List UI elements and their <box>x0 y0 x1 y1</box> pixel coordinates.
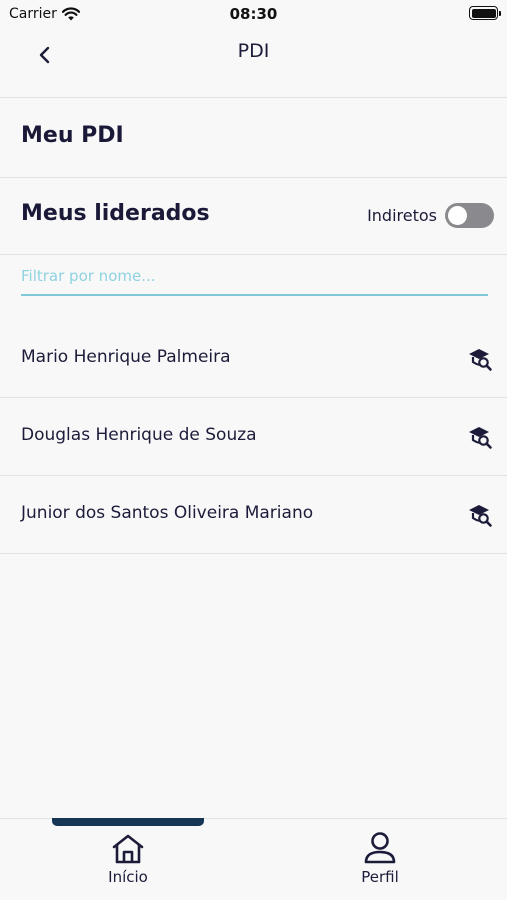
indiretos-label: Indiretos <box>367 206 437 225</box>
toggle-knob <box>448 206 467 225</box>
graduation-search-icon[interactable] <box>467 346 493 372</box>
graduation-search-icon[interactable] <box>467 502 493 528</box>
list-item[interactable]: Douglas Henrique de Souza <box>0 398 507 476</box>
meu-pdi-section[interactable]: Meu PDI <box>0 99 507 178</box>
indiretos-toggle[interactable] <box>445 203 494 228</box>
graduation-search-icon[interactable] <box>467 424 493 450</box>
active-tab-indicator <box>52 818 204 826</box>
person-name: Mario Henrique Palmeira <box>21 347 231 367</box>
home-icon <box>112 834 144 864</box>
tab-bar: Início Perfil <box>0 818 507 900</box>
liderados-header: Meus liderados Indiretos <box>0 178 507 255</box>
user-icon <box>364 832 396 864</box>
person-name: Junior dos Santos Oliveira Mariano <box>21 503 314 523</box>
tab-inicio[interactable]: Início <box>58 833 198 886</box>
filter-input[interactable] <box>21 258 488 296</box>
tab-inicio-label: Início <box>108 868 148 886</box>
meu-pdi-title: Meu PDI <box>21 123 124 148</box>
battery-icon <box>469 6 501 20</box>
tab-perfil[interactable]: Perfil <box>310 831 450 886</box>
tab-perfil-label: Perfil <box>361 868 399 886</box>
liderados-title: Meus liderados <box>21 201 210 226</box>
list-item[interactable]: Junior dos Santos Oliveira Mariano <box>0 476 507 554</box>
nav-bar: PDI <box>0 28 507 98</box>
list-item[interactable]: Mario Henrique Palmeira <box>0 320 507 398</box>
person-name: Douglas Henrique de Souza <box>21 425 257 445</box>
status-time: 08:30 <box>229 5 278 23</box>
page-title: PDI <box>237 40 270 62</box>
status-bar: Carrier 08:30 <box>0 0 507 28</box>
indiretos-toggle-group: Indiretos <box>367 203 494 228</box>
